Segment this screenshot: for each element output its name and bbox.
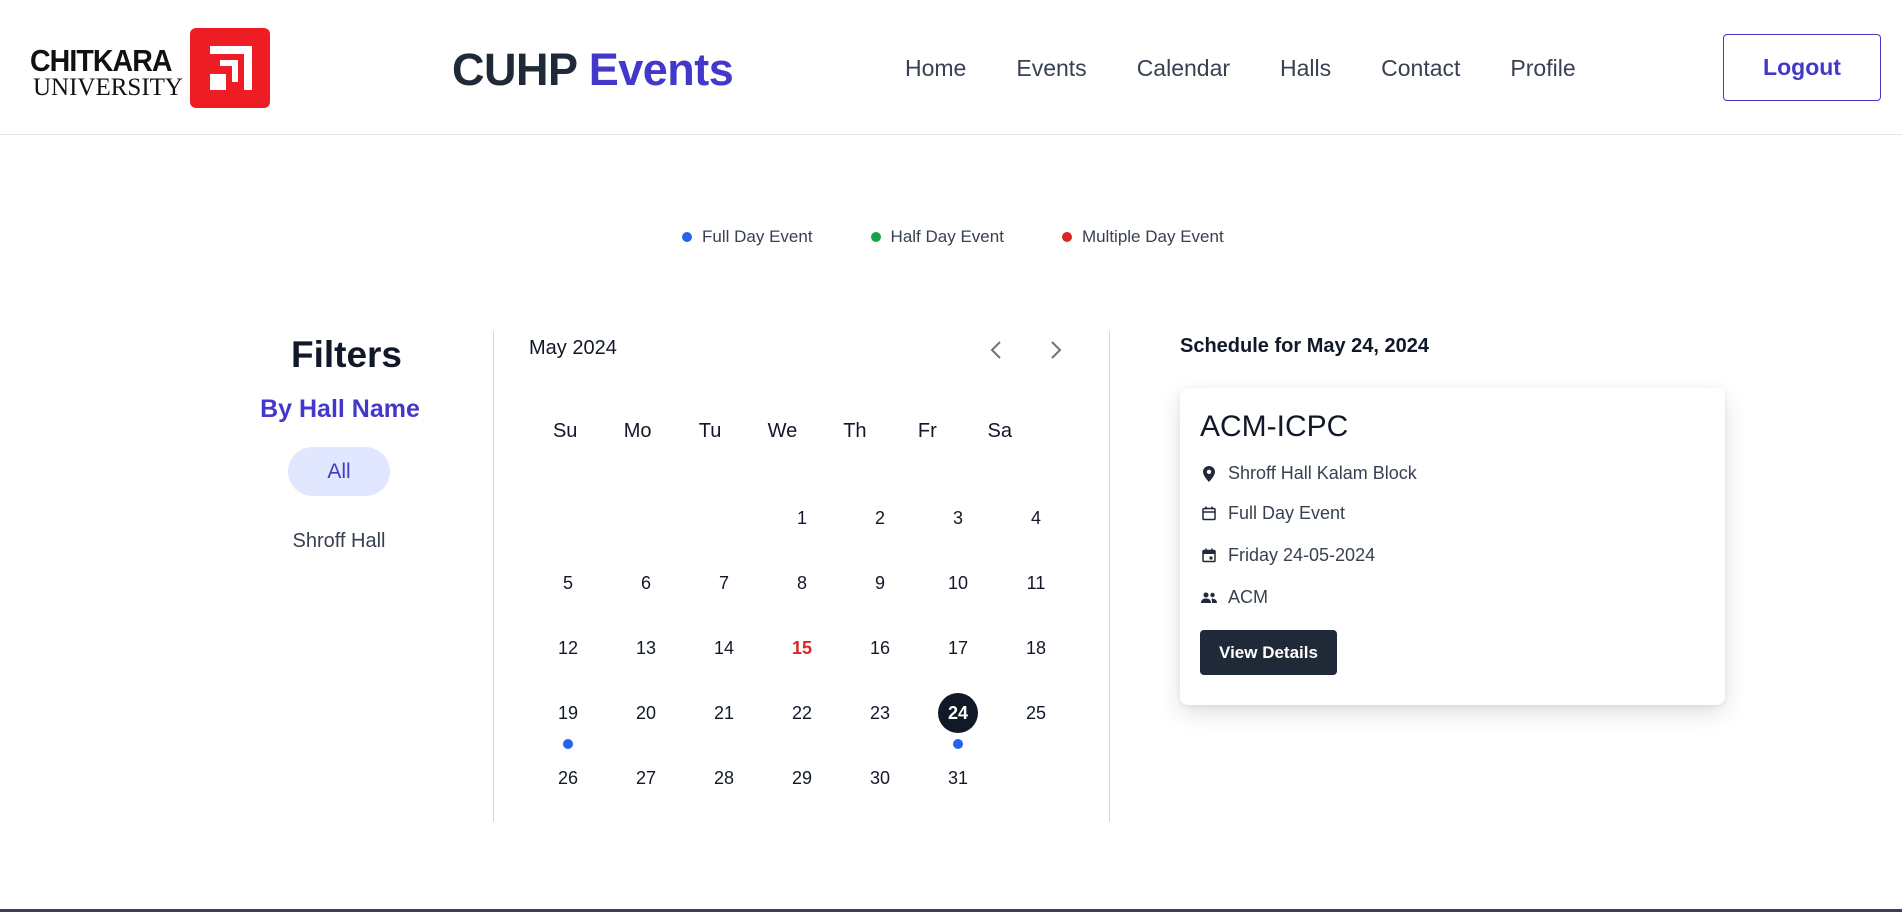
weekday-label: Tu (698, 420, 722, 442)
weekday-label: We (767, 420, 798, 442)
legend-label: Multiple Day Event (1081, 227, 1224, 246)
calendar-day[interactable]: 10 (919, 563, 997, 603)
brand-part1: CUHP (452, 44, 589, 95)
event-name: ACM-ICPC (1200, 410, 1349, 443)
calendar-day[interactable]: 3 (919, 498, 997, 538)
logo-text: CHITKARA UNIVERSITY (30, 43, 183, 101)
calendar-day[interactable]: 7 (685, 563, 763, 603)
weekday-label: Fr (917, 420, 937, 442)
location-pin-icon (1200, 465, 1218, 483)
legend-multiple-day: Multiple Day Event (1061, 227, 1224, 247)
chevron-right-icon (1051, 341, 1062, 359)
legend-half-day: Half Day Event (870, 227, 1004, 247)
nav-events[interactable]: Events (1016, 52, 1086, 84)
calendar-day[interactable]: 13 (607, 628, 685, 668)
calendar-day[interactable]: 12 (529, 628, 607, 668)
calendar-day[interactable]: 2 (841, 498, 919, 538)
chitkara-logo[interactable]: CHITKARA UNIVERSITY (30, 28, 270, 108)
calendar-day[interactable]: 21 (685, 693, 763, 733)
event-date-row: Friday 24-05-2024 (1200, 545, 1375, 566)
legend-label: Half Day Event (890, 227, 1004, 246)
calendar-day[interactable]: 23 (841, 693, 919, 733)
legend-dot-green-icon (870, 232, 881, 242)
calendar-day[interactable]: 29 (763, 758, 841, 798)
calendar-day[interactable]: 26 (529, 758, 607, 798)
calendar-day[interactable]: 18 (997, 628, 1075, 668)
filter-all-button[interactable]: All (288, 447, 390, 496)
calendar-day[interactable]: 16 (841, 628, 919, 668)
nav-profile[interactable]: Profile (1510, 52, 1575, 84)
logo-line2: UNIVERSITY (33, 74, 183, 101)
calendar-day[interactable]: 24 (919, 693, 997, 733)
calendar-weekdays: Su Mo Tu We Th Fr Sa (529, 420, 1036, 443)
weekday-label: Mo (623, 420, 652, 442)
event-type-row: Full Day Event (1200, 503, 1345, 524)
nav-halls[interactable]: Halls (1280, 52, 1331, 84)
event-legend: Full Day Event Half Day Event Multiple D… (682, 227, 1224, 247)
logo-mark-icon (190, 28, 270, 108)
calendar-day[interactable]: 17 (919, 628, 997, 668)
brand-part2: Events (588, 44, 734, 95)
event-location: Shroff Hall Kalam Block (1228, 463, 1417, 483)
calendar-day[interactable]: 22 (763, 693, 841, 733)
logo-line1: CHITKARA (30, 43, 172, 78)
logout-button[interactable]: Logout (1723, 34, 1881, 101)
people-icon (1200, 589, 1218, 607)
schedule-title: Schedule for May 24, 2024 (1180, 335, 1430, 357)
nav-calendar[interactable]: Calendar (1137, 52, 1230, 84)
calendar-day[interactable]: 31 (919, 758, 997, 798)
event-card: ACM-ICPC Shroff Hall Kalam Block Full Da… (1180, 388, 1725, 705)
legend-dot-blue-icon (682, 232, 692, 242)
weekday-label: Sa (987, 420, 1012, 442)
weekday-label: Th (843, 420, 867, 442)
filters-title: Filters (290, 334, 403, 375)
view-details-button[interactable]: View Details (1200, 630, 1337, 675)
event-dot-icon (953, 739, 963, 749)
calendar-day[interactable]: 6 (607, 563, 685, 603)
divider-left (493, 331, 494, 822)
calendar-day[interactable]: 15 (763, 628, 841, 668)
main-nav: Home Events Calendar Halls Contact Profi… (905, 52, 1626, 84)
legend-label: Full Day Event (702, 227, 813, 246)
site-header: CHITKARA UNIVERSITY CUHP Events Home Eve… (0, 0, 1902, 135)
calendar-day[interactable]: 8 (763, 563, 841, 603)
calendar-day[interactable]: 28 (685, 758, 763, 798)
filters-subtitle: By Hall Name (260, 395, 420, 423)
event-organizer-row: ACM (1200, 587, 1268, 608)
nav-contact[interactable]: Contact (1381, 52, 1460, 84)
event-dot-icon (563, 739, 573, 749)
calendar-day[interactable]: 4 (997, 498, 1075, 538)
event-type: Full Day Event (1228, 503, 1346, 523)
calendar-day[interactable]: 1 (763, 498, 841, 538)
nav-home[interactable]: Home (905, 52, 966, 84)
event-organizer: ACM (1228, 587, 1268, 607)
calendar-event-icon (1200, 547, 1218, 565)
legend-dot-red-icon (1061, 232, 1072, 242)
calendar-month-label: May 2024 (529, 337, 617, 359)
calendar-day[interactable]: 30 (841, 758, 919, 798)
calendar-day[interactable]: 20 (607, 693, 685, 733)
filter-shroff-hall[interactable]: Shroff Hall (220, 530, 458, 553)
next-month-button[interactable] (1042, 336, 1070, 364)
weekday-label: Su (552, 420, 578, 442)
calendar-day[interactable]: 5 (529, 563, 607, 603)
event-location-row: Shroff Hall Kalam Block (1200, 463, 1417, 484)
calendar-outline-icon (1200, 505, 1218, 523)
prev-month-button[interactable] (982, 336, 1010, 364)
calendar-day[interactable]: 25 (997, 693, 1075, 733)
calendar-day[interactable]: 14 (685, 628, 763, 668)
calendar-day[interactable]: 27 (607, 758, 685, 798)
calendar-day[interactable]: 9 (841, 563, 919, 603)
divider-right (1109, 331, 1110, 822)
site-brand[interactable]: CUHP Events (452, 44, 734, 96)
chevron-left-icon (990, 341, 1001, 359)
calendar-day[interactable]: 19 (529, 693, 607, 733)
event-date: Friday 24-05-2024 (1228, 545, 1376, 565)
calendar-day[interactable]: 11 (997, 563, 1075, 603)
legend-full-day: Full Day Event (682, 227, 813, 247)
